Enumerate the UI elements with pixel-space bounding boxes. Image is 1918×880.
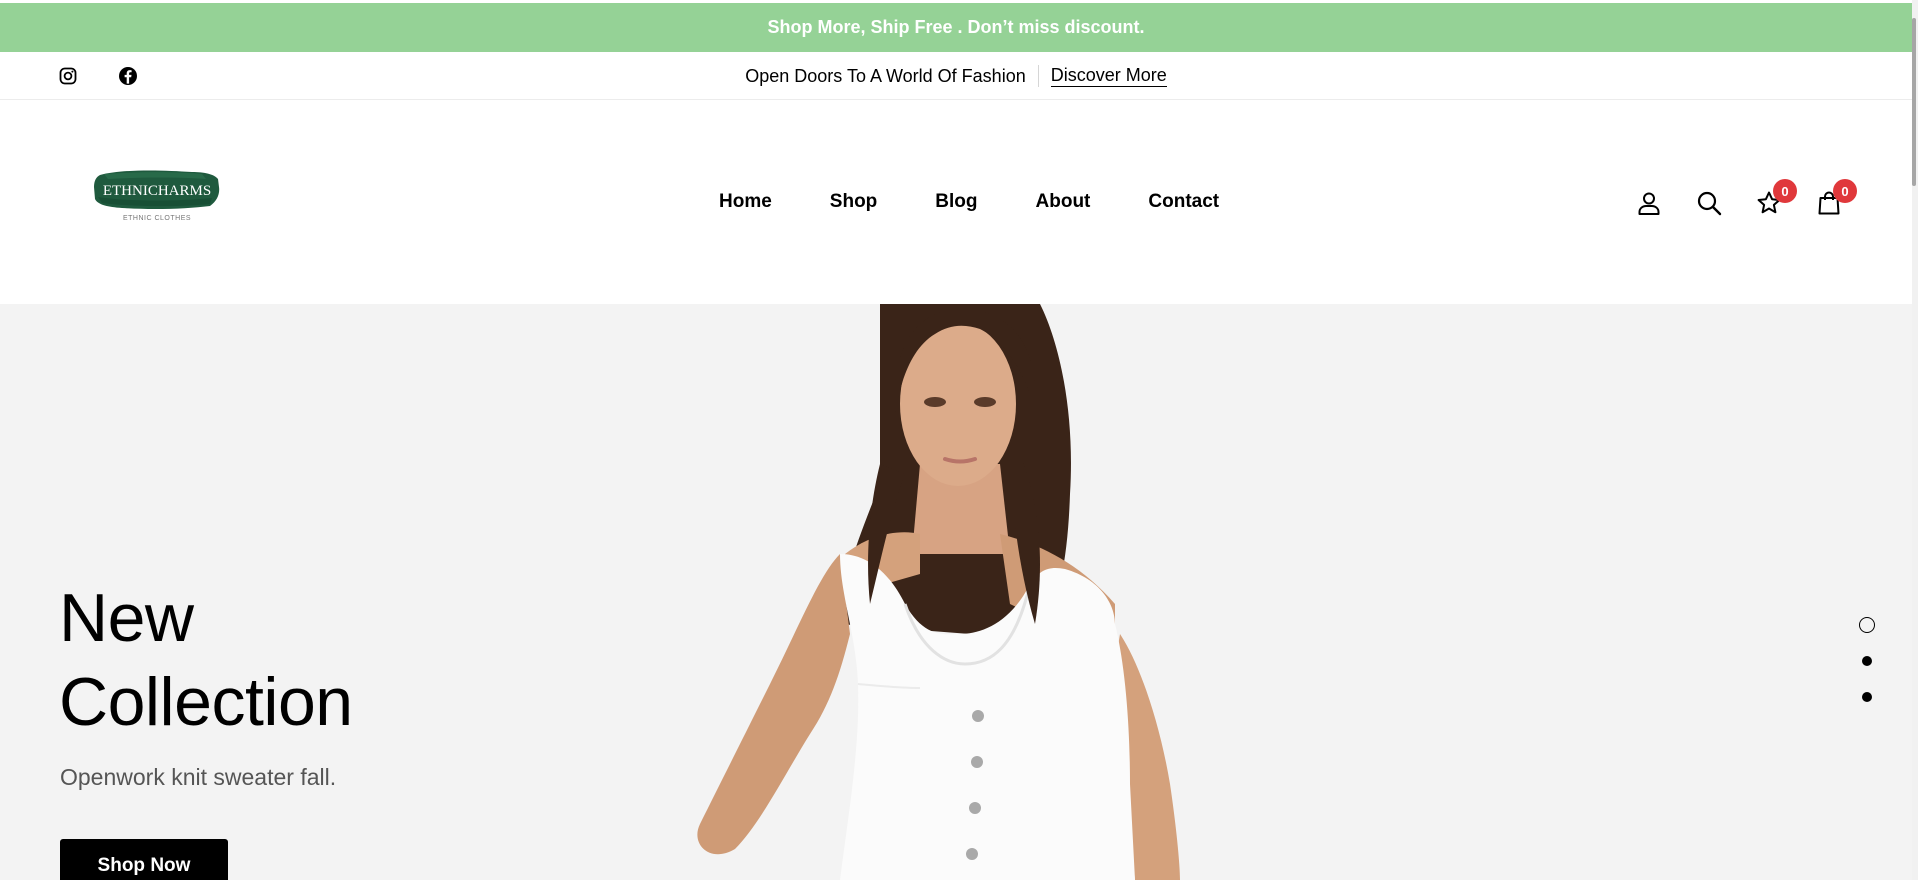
slide-dot-2[interactable] (1862, 656, 1872, 666)
logo-wordmark: ETHNICHARMS (103, 183, 211, 199)
hero-title-line-2: Collection (59, 664, 353, 740)
user-icon[interactable] (1635, 189, 1663, 217)
main-nav: Home Shop Blog About Contact (719, 187, 1219, 217)
hero-title-line-1: New (59, 580, 194, 656)
slide-dot-1[interactable] (1859, 617, 1875, 633)
logo-tagline: ETHNIC CLOTHES (123, 215, 191, 222)
hero-subtitle: Openwork knit sweater fall. (60, 764, 337, 790)
slide-dot-3[interactable] (1862, 692, 1872, 702)
hero-slider: New Collection Openwork knit sweater fal… (0, 304, 1912, 880)
discover-more-link[interactable]: Discover More (1050, 65, 1167, 87)
shop-now-button[interactable]: Shop Now (60, 839, 228, 880)
nav-about[interactable]: About (1036, 191, 1091, 213)
strip-divider (1037, 65, 1039, 87)
nav-contact[interactable]: Contact (1148, 191, 1219, 213)
slide-indicators (1859, 617, 1875, 707)
wishlist-count-badge: 0 (1773, 179, 1797, 203)
nav-home[interactable]: Home (719, 191, 772, 213)
promo-bar: Shop More, Ship Free . Don’t miss discou… (0, 3, 1912, 52)
wishlist-icon[interactable]: 0 (1755, 179, 1797, 217)
top-strip-center: Open Doors To A World Of Fashion Discove… (0, 52, 1912, 100)
page-scrollbar[interactable] (1912, 0, 1918, 880)
top-strip: Open Doors To A World Of Fashion Discove… (0, 52, 1912, 100)
hero-title: New Collection (59, 576, 353, 744)
logo[interactable]: ETHNICHARMS ETHNIC CLOTHES (92, 167, 222, 225)
site-header: ETHNICHARMS ETHNIC CLOTHES Home Shop Blo… (0, 101, 1912, 304)
cart-count-badge: 0 (1833, 179, 1857, 203)
scrollbar-thumb[interactable] (1912, 18, 1916, 186)
cart-icon[interactable]: 0 (1815, 179, 1857, 217)
nav-blog[interactable]: Blog (935, 191, 977, 213)
nav-shop[interactable]: Shop (830, 191, 878, 213)
promo-text: Shop More, Ship Free . Don’t miss discou… (767, 17, 1145, 37)
search-icon[interactable] (1695, 189, 1723, 217)
hero-model-image (697, 304, 1180, 880)
strip-tagline: Open Doors To A World Of Fashion (745, 65, 1026, 86)
